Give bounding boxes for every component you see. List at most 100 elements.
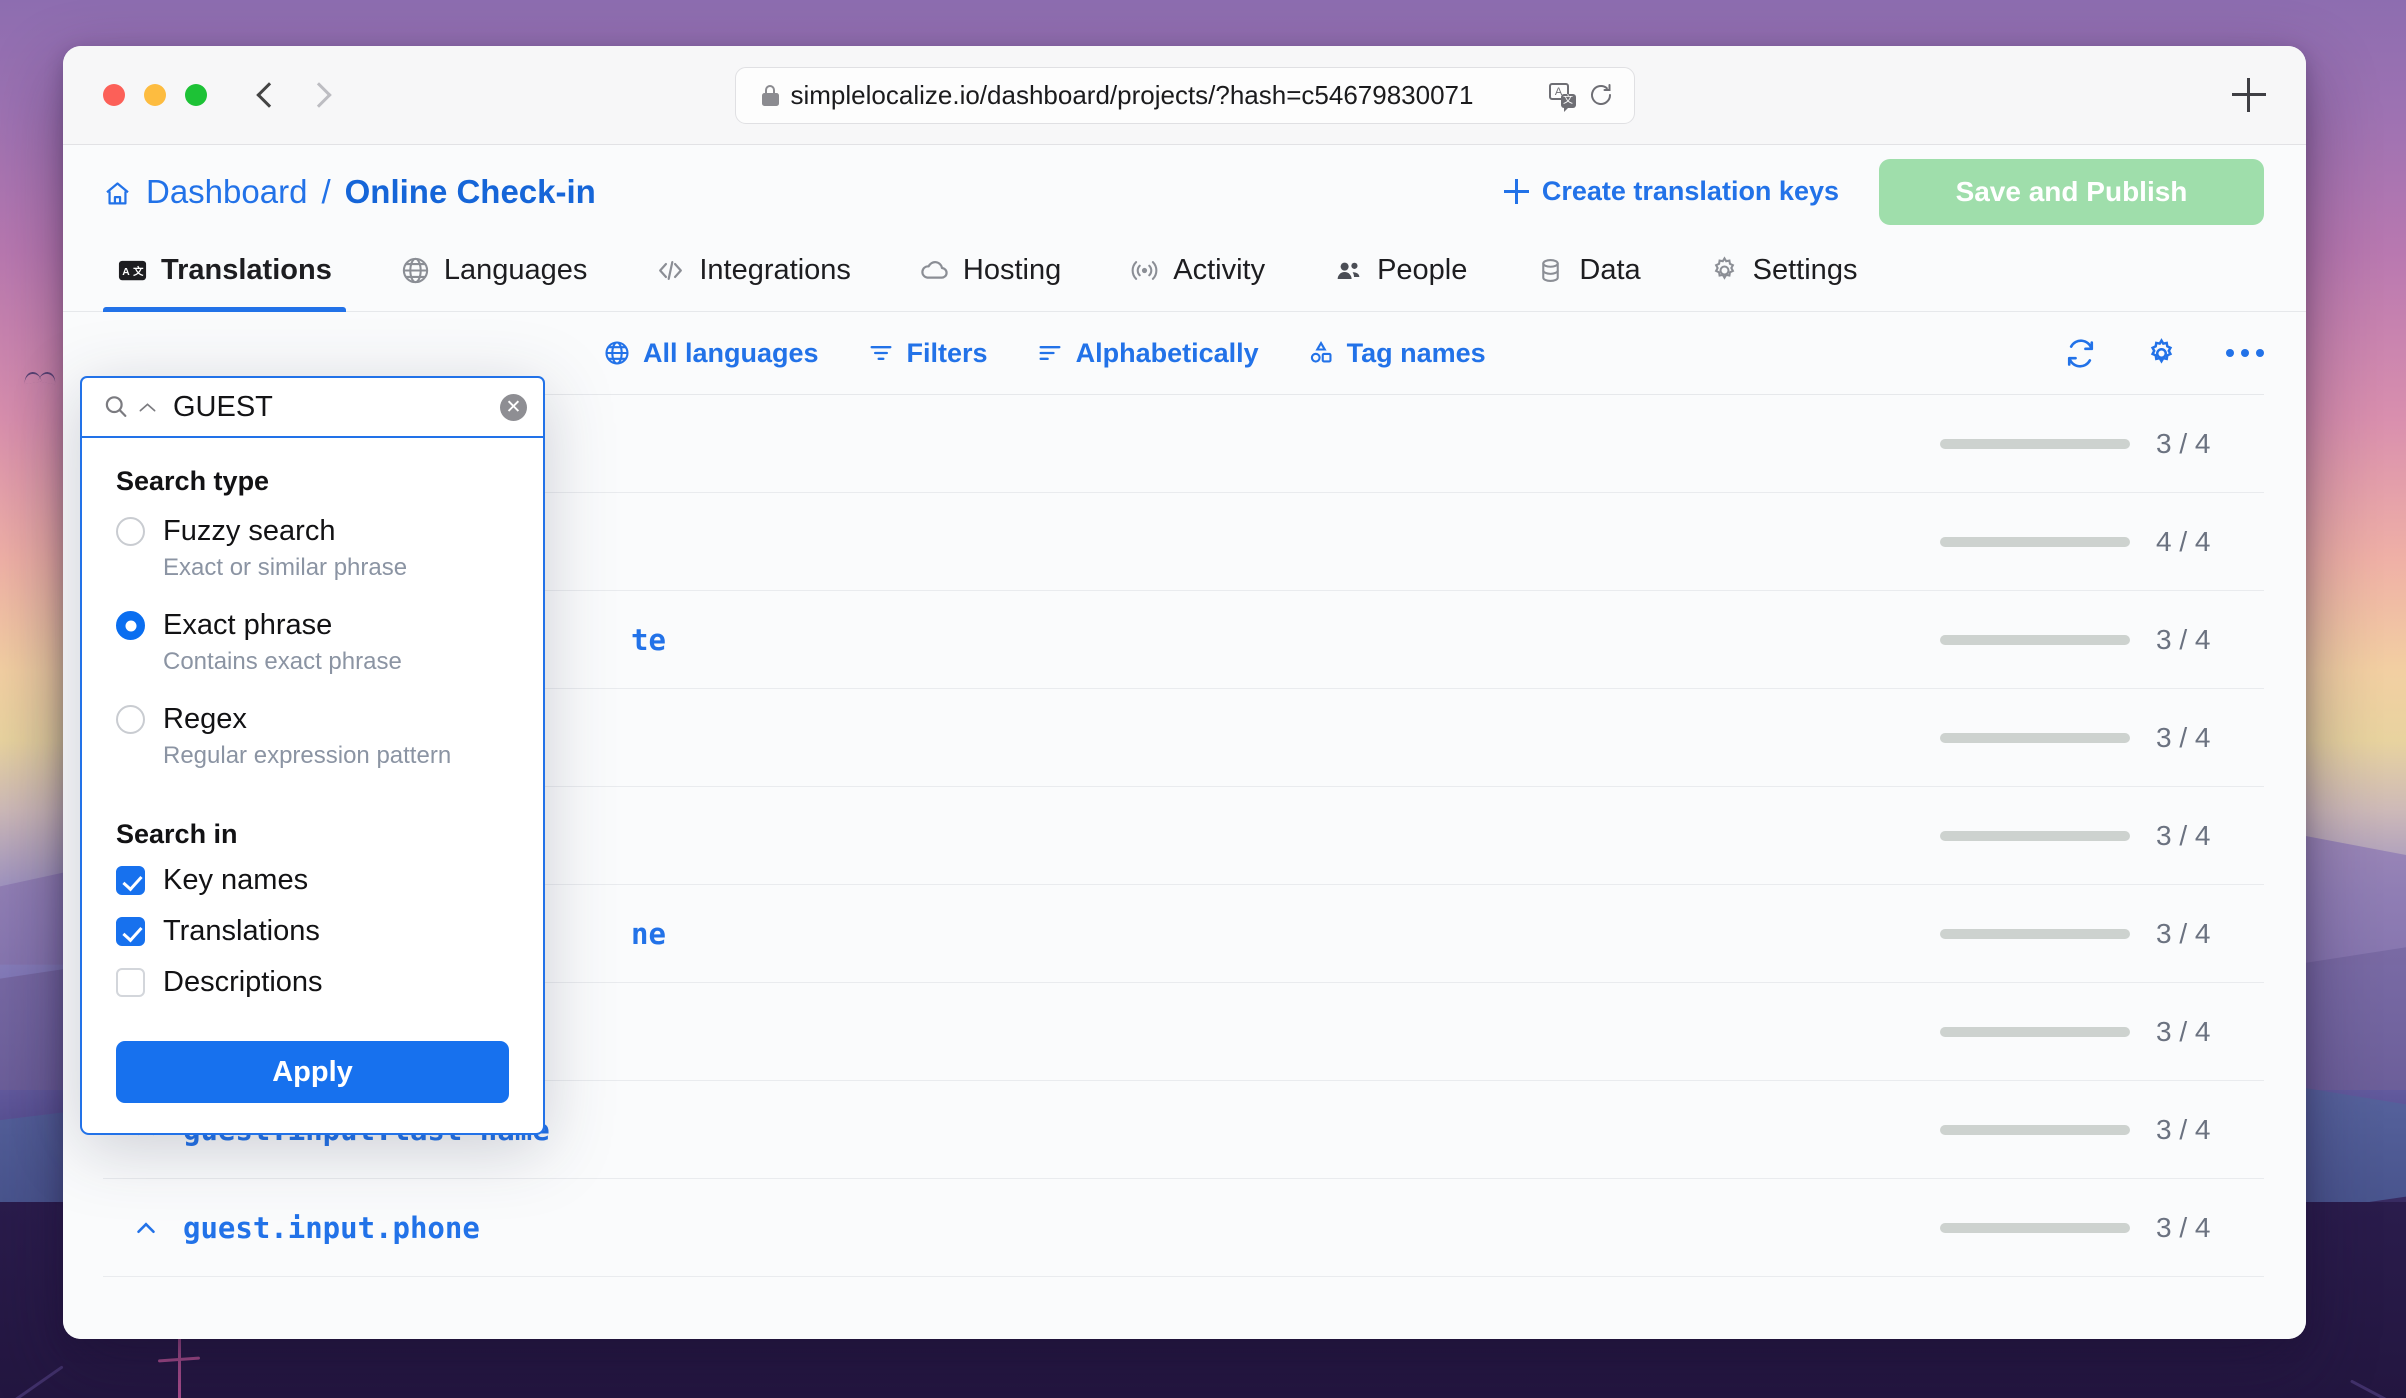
search-input[interactable]: GUEST ✕ bbox=[80, 376, 545, 438]
translation-key-name[interactable]: te bbox=[631, 623, 666, 657]
save-and-publish-button[interactable]: Save and Publish bbox=[1879, 158, 2264, 225]
create-translation-keys-button[interactable]: Create translation keys bbox=[1503, 176, 1839, 207]
address-bar[interactable]: simplelocalize.io/dashboard/projects/?ha… bbox=[734, 66, 1635, 124]
tab-label: Hosting bbox=[962, 254, 1062, 286]
tag-names-label: Tag names bbox=[1346, 337, 1486, 368]
translate-page-icon[interactable]: A文 bbox=[1548, 82, 1576, 112]
progress-count: 3 / 4 bbox=[2156, 721, 2211, 753]
radio-label: Regex bbox=[163, 703, 247, 735]
window-controls bbox=[103, 84, 207, 106]
toolbar-actions bbox=[2064, 337, 2264, 370]
breadcrumb-dashboard-link[interactable]: Dashboard bbox=[146, 173, 307, 211]
tab-label: Data bbox=[1579, 254, 1641, 286]
search-in-option-key-names[interactable]: Key names bbox=[116, 864, 509, 897]
apply-button[interactable]: Apply bbox=[116, 1041, 509, 1103]
navigation-buttons bbox=[252, 81, 333, 109]
radio-regex[interactable] bbox=[116, 705, 145, 734]
refresh-icon[interactable] bbox=[2064, 337, 2097, 370]
breadcrumb-current-project: Online Check-in bbox=[344, 172, 596, 210]
translation-progress: 3 / 4 bbox=[1940, 1114, 2234, 1146]
chevron-up-icon[interactable] bbox=[131, 1213, 161, 1243]
progress-count: 3 / 4 bbox=[2156, 1015, 2211, 1047]
translation-progress: 3 / 4 bbox=[1940, 918, 2234, 950]
radio-fuzzy-search[interactable] bbox=[116, 517, 145, 546]
search-in-option-descriptions[interactable]: Descriptions bbox=[116, 966, 509, 999]
filter-icon bbox=[867, 339, 895, 367]
svg-text:文: 文 bbox=[132, 265, 144, 278]
maximize-window-button[interactable] bbox=[185, 84, 207, 106]
progress-bar bbox=[1940, 438, 2130, 449]
progress-count: 3 / 4 bbox=[2156, 819, 2211, 851]
checkbox-translations[interactable] bbox=[116, 917, 145, 946]
tab-label: Translations bbox=[161, 254, 332, 286]
translation-progress: 3 / 4 bbox=[1940, 1212, 2234, 1244]
create-translation-keys-label: Create translation keys bbox=[1541, 176, 1839, 206]
tab-languages[interactable]: Languages bbox=[386, 238, 602, 311]
search-type-title: Search type bbox=[116, 466, 270, 496]
tab-settings[interactable]: Settings bbox=[1695, 238, 1872, 311]
search-type-option-regex[interactable]: Regex Regular expression pattern bbox=[116, 699, 509, 773]
tab-activity[interactable]: Activity bbox=[1115, 238, 1279, 311]
search-type-option-fuzzy[interactable]: Fuzzy search Exact or similar phrase bbox=[116, 511, 509, 585]
browser-titlebar: simplelocalize.io/dashboard/projects/?ha… bbox=[63, 46, 2306, 145]
progress-bar bbox=[1940, 634, 2130, 645]
tab-label: Integrations bbox=[699, 254, 851, 286]
tab-people[interactable]: People bbox=[1319, 238, 1481, 311]
tab-integrations[interactable]: Integrations bbox=[641, 238, 865, 311]
progress-count: 3 / 4 bbox=[2156, 623, 2211, 655]
filters-button[interactable]: Filters bbox=[867, 338, 988, 369]
close-window-button[interactable] bbox=[103, 84, 125, 106]
checkbox-key-names[interactable] bbox=[116, 866, 145, 895]
radio-hint: Contains exact phrase bbox=[163, 648, 402, 675]
translation-key-name[interactable]: ne bbox=[631, 917, 666, 951]
checkbox-descriptions[interactable] bbox=[116, 968, 145, 997]
tab-data[interactable]: Data bbox=[1521, 238, 1654, 311]
table-row[interactable]: guest.input.phone 3 / 4 bbox=[103, 1179, 2264, 1277]
section-divider bbox=[116, 793, 509, 819]
progress-bar bbox=[1940, 1026, 2130, 1037]
svg-text:A: A bbox=[122, 267, 130, 278]
filters-label: Filters bbox=[906, 337, 988, 368]
cloud-icon bbox=[919, 255, 950, 286]
tab-label: Activity bbox=[1173, 254, 1266, 286]
sort-order-button[interactable]: Alphabetically bbox=[1036, 338, 1259, 369]
tab-label: Settings bbox=[1752, 254, 1858, 286]
forward-button[interactable] bbox=[305, 81, 333, 109]
progress-bar bbox=[1940, 732, 2130, 743]
tab-label: Languages bbox=[443, 254, 588, 286]
progress-bar bbox=[1940, 830, 2130, 841]
tag-names-button[interactable]: Tag names bbox=[1307, 338, 1486, 369]
reload-icon[interactable] bbox=[1588, 82, 1614, 108]
progress-bar bbox=[1940, 928, 2130, 939]
radio-exact-phrase[interactable] bbox=[116, 611, 145, 640]
breadcrumb-separator: / bbox=[321, 172, 331, 210]
back-button[interactable] bbox=[252, 81, 280, 109]
search-panel: GUEST ✕ Search type Fuzzy search Exact o… bbox=[80, 376, 545, 1135]
minimize-window-button[interactable] bbox=[144, 84, 166, 106]
globe-icon bbox=[400, 255, 431, 286]
checkbox-label: Key names bbox=[163, 864, 309, 896]
home-icon[interactable] bbox=[103, 178, 132, 206]
new-tab-button[interactable] bbox=[2232, 78, 2266, 112]
all-languages-button[interactable]: All languages bbox=[603, 338, 819, 369]
search-in-option-translations[interactable]: Translations bbox=[116, 915, 509, 948]
translation-progress: 3 / 4 bbox=[1940, 624, 2234, 656]
clear-search-icon[interactable]: ✕ bbox=[500, 393, 527, 421]
translation-progress: 4 / 4 bbox=[1940, 526, 2234, 558]
all-languages-label: All languages bbox=[643, 337, 819, 368]
gear-icon[interactable] bbox=[2145, 337, 2178, 370]
people-icon bbox=[1333, 255, 1364, 286]
progress-count: 3 / 4 bbox=[2156, 1113, 2211, 1145]
more-horizontal-icon[interactable] bbox=[2226, 349, 2264, 357]
search-in-title: Search in bbox=[116, 819, 238, 849]
translation-progress: 3 / 4 bbox=[1940, 428, 2234, 460]
search-query-value[interactable]: GUEST bbox=[167, 391, 490, 424]
tab-hosting[interactable]: Hosting bbox=[905, 238, 1075, 311]
search-type-option-exact[interactable]: Exact phrase Contains exact phrase bbox=[116, 605, 509, 679]
checkbox-label: Translations bbox=[163, 915, 320, 947]
translation-key-name[interactable]: guest.input.phone bbox=[183, 1211, 480, 1245]
chevron-up-icon[interactable] bbox=[138, 401, 157, 414]
progress-bar bbox=[1940, 1124, 2130, 1135]
sort-order-label: Alphabetically bbox=[1075, 337, 1259, 368]
tab-translations[interactable]: A文 Translations bbox=[103, 238, 346, 312]
